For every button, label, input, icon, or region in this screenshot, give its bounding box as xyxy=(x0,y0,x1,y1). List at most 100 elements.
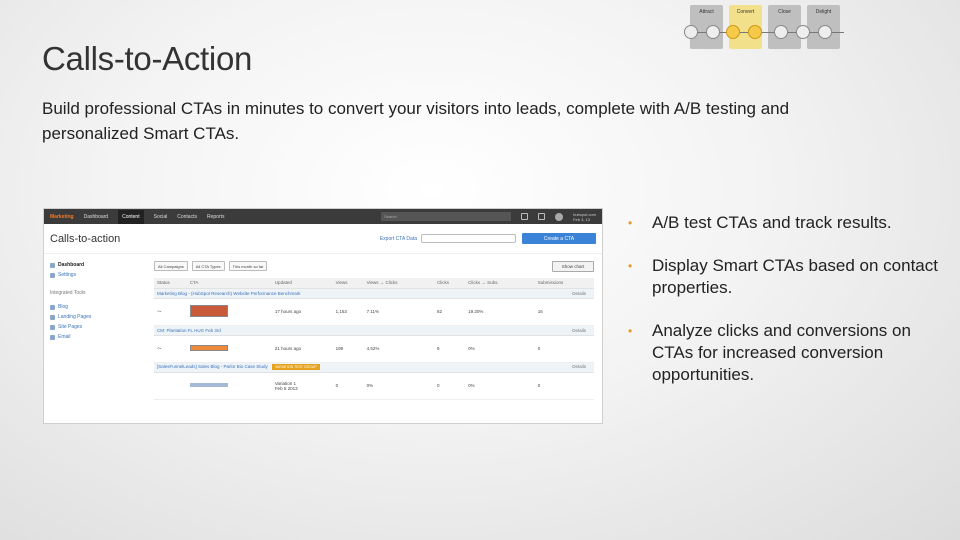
email-icon xyxy=(50,334,55,340)
bullet-icon: • xyxy=(628,216,633,230)
column-header[interactable]: Submissions xyxy=(534,278,594,289)
cell-subs: 16 xyxy=(534,298,594,326)
sidebar-item-site-pages[interactable]: Site Pages xyxy=(50,322,144,332)
cell-updated: 17 hours ago xyxy=(271,298,333,326)
column-header[interactable]: Views xyxy=(332,278,364,289)
integrated-tools-heading: Integrated Tools xyxy=(50,290,86,296)
nav-social[interactable]: Social xyxy=(154,214,168,220)
variation-badge: VARIATION TEST GROUP xyxy=(271,364,320,370)
cell-updated: 21 hours ago xyxy=(271,335,333,363)
bullet-icon: • xyxy=(628,324,633,338)
column-header[interactable]: Views → Clicks xyxy=(363,278,435,289)
cell-view-click: 7.11% xyxy=(363,298,435,326)
sidebar-item-landing-pages[interactable]: Landing Pages xyxy=(50,312,144,322)
nav-content[interactable]: Content xyxy=(118,209,144,224)
table-group-row[interactable]: CM: Plantation FL HUG Feb 3rd Details xyxy=(154,325,594,336)
cell-views: 0 xyxy=(332,372,364,400)
page-icon xyxy=(50,314,55,320)
table-group-row[interactable]: [SalesFunnelLeads] Sales Blog - Parlor B… xyxy=(154,362,594,373)
flow-node xyxy=(796,25,810,39)
cell-clicks: 9 xyxy=(434,335,466,363)
export-cta-data-link[interactable]: Export CTA Data xyxy=(380,236,417,242)
status-icon: 〜 xyxy=(154,298,187,326)
column-header[interactable]: Clicks → Subs. xyxy=(465,278,535,289)
cta-search-input[interactable] xyxy=(421,234,516,243)
feature-bullet: • Display Smart CTAs based on contact pro… xyxy=(628,255,938,299)
cell-view-click: 4.52% xyxy=(363,335,435,363)
cell-views: 1,153 xyxy=(332,298,364,326)
column-header[interactable]: Updated xyxy=(271,278,333,289)
sidebar-item-label: Blog xyxy=(58,304,69,310)
site-icon xyxy=(50,324,55,330)
cell-subs: 0 xyxy=(534,372,594,400)
settings-icon[interactable] xyxy=(538,213,546,220)
feature-bullet: • Analyze clicks and conversions on CTAs … xyxy=(628,320,938,386)
home-icon xyxy=(50,262,55,268)
date-range-filter[interactable]: This month so far xyxy=(228,261,268,271)
nav-search-input[interactable]: Search xyxy=(381,212,512,221)
details-link[interactable]: Details xyxy=(572,291,586,296)
details-link[interactable]: Details xyxy=(572,364,586,369)
cta-thumbnail[interactable] xyxy=(189,305,228,317)
flow-node xyxy=(684,25,698,39)
table-group-row[interactable]: Marketing Blog - (HubSpot Research) Webs… xyxy=(154,288,594,299)
nav-contacts[interactable]: Contacts xyxy=(177,214,197,220)
table-row[interactable]: Variation 1 Feb 5 2013 0 0% 0 0% 0 xyxy=(154,372,594,400)
nav-dashboard[interactable]: Dashboard xyxy=(84,214,108,220)
column-header[interactable]: Status xyxy=(154,278,187,289)
sidebar-item-label: Dashboard xyxy=(58,262,85,268)
details-link[interactable]: Details xyxy=(572,328,586,333)
create-cta-button[interactable]: Create a CTA xyxy=(522,233,596,244)
app-navbar: Marketing Dashboard Content Social Conta… xyxy=(44,209,602,224)
sidebar-item-email[interactable]: Email xyxy=(50,332,144,342)
feature-list: • A/B test CTAs and track results. • Displ… xyxy=(628,212,938,407)
feature-text: A/B test CTAs and track results. xyxy=(652,213,892,232)
cta-dashboard-screenshot: Marketing Dashboard Content Social Conta… xyxy=(43,208,603,424)
table-row[interactable]: 〜 17 hours ago 1,153 7.11% 82 19.20% 16 xyxy=(154,298,594,326)
campaign-filter[interactable]: All Campaigns xyxy=(154,261,188,271)
status-icon: 〜 xyxy=(154,335,187,363)
cta-type-filter[interactable]: All CTA Types xyxy=(191,261,225,271)
flow-node-active xyxy=(748,25,762,39)
slide-title: Calls-to-Action xyxy=(42,40,253,77)
nav-reports[interactable]: Reports xyxy=(207,214,225,220)
show-chart-button[interactable]: Show chart xyxy=(552,260,594,272)
column-header[interactable]: Clicks xyxy=(434,278,466,289)
group-name[interactable]: Marketing Blog - (HubSpot Research) Webs… xyxy=(157,291,300,296)
table-header: Status CTA Updated Views Views → Clicks … xyxy=(154,278,594,289)
flow-step-label: Close xyxy=(778,9,791,15)
flow-step-label: Delight xyxy=(815,9,832,15)
sidebar-item-label: Settings xyxy=(58,272,77,278)
column-header[interactable]: CTA xyxy=(186,278,272,289)
cell-views: 199 xyxy=(332,335,364,363)
sidebar-item-label: Site Pages xyxy=(58,324,83,330)
account-info[interactable]: hubspot.com Feb 3, 13 xyxy=(573,212,596,222)
feature-text: Analyze clicks and conversions on CTAs f… xyxy=(652,321,911,384)
variation-date: Feb 5 2013 xyxy=(274,385,298,391)
flow-step-label: Attract xyxy=(699,9,714,15)
avatar[interactable] xyxy=(555,212,564,221)
page-title: Calls-to-action xyxy=(50,232,121,245)
cell-clicks: 82 xyxy=(434,298,466,326)
bullet-icon: • xyxy=(628,259,633,273)
table-row[interactable]: 〜 21 hours ago 199 4.52% 9 0% 0 xyxy=(154,335,594,363)
slide-subtitle: Build professional CTAs in minutes to co… xyxy=(42,99,790,143)
group-name[interactable]: CM: Plantation FL HUG Feb 3rd xyxy=(157,328,221,333)
cta-thumbnail[interactable] xyxy=(189,383,228,387)
flow-node-active xyxy=(726,25,740,39)
blog-icon xyxy=(50,304,55,310)
sidebar-item-dashboard[interactable]: Dashboard xyxy=(50,260,144,270)
feature-bullet: • A/B test CTAs and track results. xyxy=(628,212,938,234)
sidebar-item-settings[interactable]: Settings xyxy=(50,270,144,280)
cell-click-sub: 0% xyxy=(465,335,535,363)
flow-node xyxy=(774,25,788,39)
cell-view-click: 0% xyxy=(363,372,435,400)
sidebar-item-blog[interactable]: Blog xyxy=(50,302,144,312)
calendar-icon[interactable] xyxy=(521,213,529,220)
flow-node xyxy=(818,25,832,39)
cell-click-sub: 0% xyxy=(465,372,535,400)
sidebar: Dashboard Settings Integrated Tools Blog… xyxy=(44,254,150,400)
cta-thumbnail[interactable] xyxy=(189,345,228,351)
group-name[interactable]: [SalesFunnelLeads] Sales Blog - Parlor B… xyxy=(157,364,268,369)
marketing-logo[interactable]: Marketing xyxy=(50,214,74,220)
